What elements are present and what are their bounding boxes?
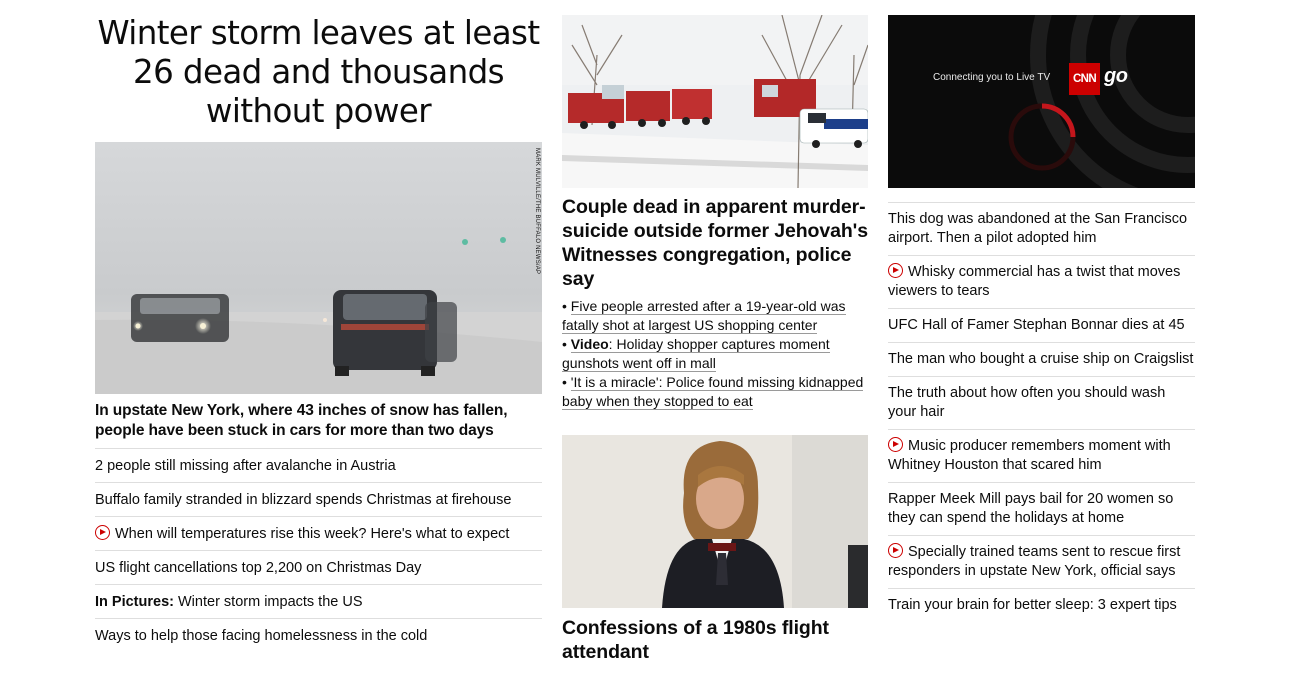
list-item: • 'It is a miracle': Police found missin…: [562, 374, 864, 410]
loading-spinner-icon: [1008, 103, 1076, 171]
list-item[interactable]: The man who bought a cruise ship on Crai…: [888, 342, 1195, 376]
photo-credit: MARK MULVILLE/THE BUFFALO NEWS/AP: [534, 148, 540, 275]
list-item[interactable]: When will temperatures rise this week? H…: [95, 516, 542, 550]
middle-column: Couple dead in apparent murder-suicide o…: [562, 0, 868, 664]
play-circle-icon: [888, 437, 903, 452]
list-item[interactable]: Whisky commercial has a twist that moves…: [888, 255, 1195, 308]
story2-photo[interactable]: [562, 435, 868, 608]
hero-lead-link[interactable]: In upstate New York, where 43 inches of …: [95, 401, 542, 441]
in-pictures-label: In Pictures:: [95, 594, 174, 610]
list-item[interactable]: Specially trained teams sent to rescue f…: [888, 535, 1195, 588]
list-item: • Five people arrested after a 19-year-o…: [562, 298, 846, 334]
list-item[interactable]: This dog was abandoned at the San Franci…: [888, 202, 1195, 255]
list-item[interactable]: UFC Hall of Famer Stephan Bonnar dies at…: [888, 308, 1195, 342]
list-item[interactable]: Music producer remembers moment with Whi…: [888, 429, 1195, 482]
hero-headline[interactable]: Winter storm leaves at least 26 dead and…: [95, 14, 542, 131]
right-headlines-list: This dog was abandoned at the San Franci…: [888, 202, 1195, 622]
live-tv-player[interactable]: Connecting you to Live TV CNN go: [888, 15, 1195, 188]
related-link[interactable]: Video: Holiday shopper captures moment g…: [562, 336, 830, 372]
play-circle-icon: [888, 263, 903, 278]
connecting-label: Connecting you to Live TV: [933, 72, 1051, 83]
hero-photo[interactable]: MARK MULVILLE/THE BUFFALO NEWS/AP: [95, 142, 542, 394]
list-item[interactable]: Train your brain for better sleep: 3 exp…: [888, 588, 1195, 622]
list-item[interactable]: In Pictures: Winter storm impacts the US: [95, 584, 542, 618]
play-circle-icon: [95, 525, 110, 540]
cnn-logo: CNN: [1069, 63, 1100, 95]
list-item: • Video: Holiday shopper captures moment…: [562, 336, 830, 372]
list-item[interactable]: Ways to help those facing homelessness i…: [95, 618, 542, 652]
list-item[interactable]: 2 people still missing after avalanche i…: [95, 448, 542, 482]
story1-photo[interactable]: [562, 15, 868, 188]
story2-headline[interactable]: Confessions of a 1980s flight attendant: [562, 616, 868, 664]
story1-related-list: • Five people arrested after a 19-year-o…: [562, 297, 868, 411]
list-item[interactable]: The truth about how often you should was…: [888, 376, 1195, 429]
play-circle-icon: [888, 543, 903, 558]
go-logo-text: go: [1104, 65, 1128, 87]
right-column: Connecting you to Live TV CNN go This do…: [888, 0, 1195, 622]
related-link[interactable]: Five people arrested after a 19-year-old…: [562, 298, 846, 334]
list-item[interactable]: Rapper Meek Mill pays bail for 20 women …: [888, 482, 1195, 535]
related-link[interactable]: 'It is a miracle': Police found missing …: [562, 374, 864, 410]
list-item[interactable]: Buffalo family stranded in blizzard spen…: [95, 482, 542, 516]
video-label: Video: [570, 336, 609, 352]
hero-related-list: 2 people still missing after avalanche i…: [95, 448, 542, 652]
hero-column: Winter storm leaves at least 26 dead and…: [95, 0, 542, 652]
story1-headline[interactable]: Couple dead in apparent murder-suicide o…: [562, 195, 868, 291]
list-item[interactable]: US flight cancellations top 2,200 on Chr…: [95, 550, 542, 584]
